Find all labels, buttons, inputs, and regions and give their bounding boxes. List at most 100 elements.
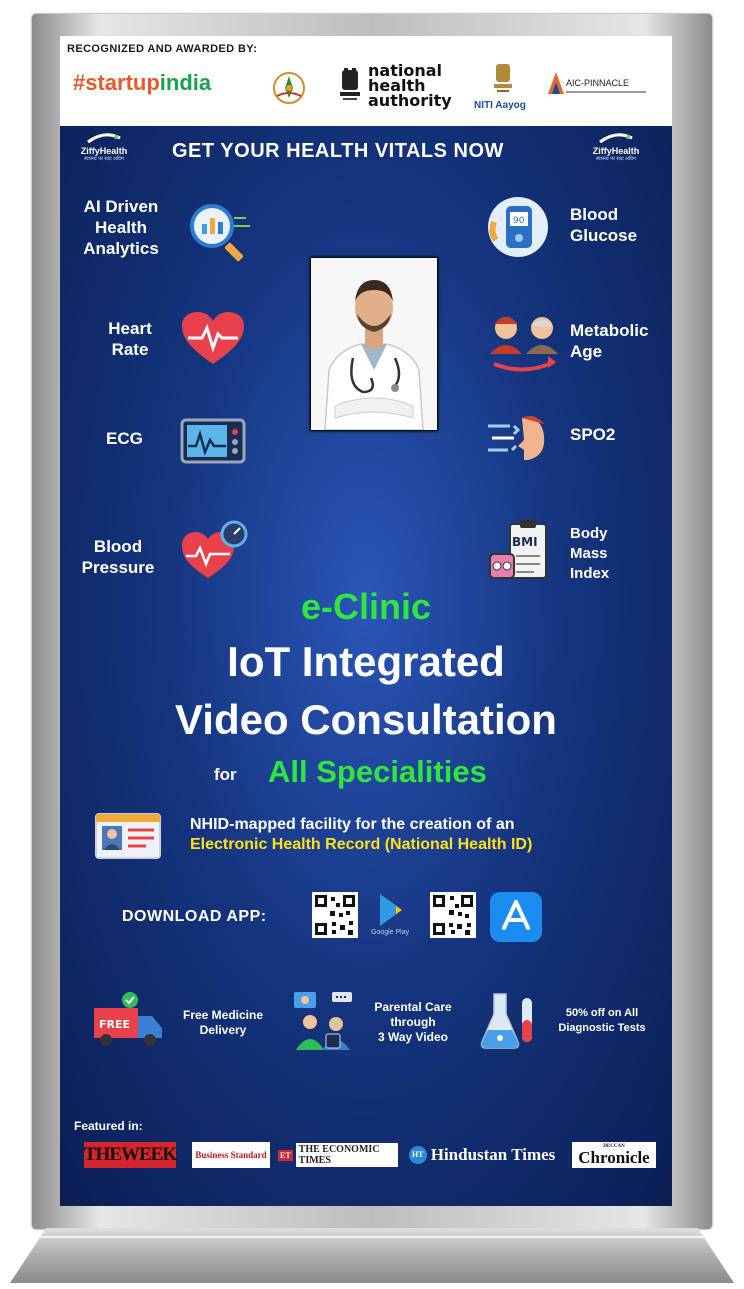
google-play-label: Google Play [371,929,410,936]
partner-strip: RECOGNIZED AND AWARDED BY: #startupindia… [60,36,672,126]
recognized-label: RECOGNIZED AND AWARDED BY: [67,43,258,55]
ecg-monitor-icon [180,418,246,464]
aic-tagline-rule [566,91,646,93]
all-specialities-title: All Specialities [268,754,487,789]
free-delivery-truck-icon: FREE [94,992,162,1046]
ziffy-swoosh-icon [599,133,633,144]
feature-ai-line3: Analytics [83,239,159,258]
video-consultation-title: Video Consultation [175,696,557,743]
hindustan-times-mark: HT [408,1146,427,1164]
ziffy-swoosh-icon [87,133,121,144]
india-text: india [159,70,212,95]
bmi-icon-label: BMI [512,535,538,549]
spo2-breathing-icon [488,416,545,460]
download-app-label: DOWNLOAD APP: [122,908,267,925]
feature-ai-analytics: AI Driven Health Analytics [76,196,166,259]
banner-panel: RECOGNIZED AND AWARDED BY: #startupindia… [60,36,672,1206]
economic-times-name: THE ECONOMIC TIMES [295,1143,398,1167]
blood-glucose-icon: 90 [488,197,548,257]
feature-bmi-line1: Body [570,525,608,542]
niti-emblem-icon [494,64,512,92]
ziffy-brand-name: ZiffyHealth [592,146,640,156]
diagnostic-lab-icon [480,993,532,1049]
niti-aayog-label: NITI Aayog [474,100,526,111]
feature-glucose-line2: Glucose [570,226,638,245]
benefit-parental-line2: through [390,1015,436,1029]
svg-text:90: 90 [513,216,525,226]
feature-metabolic-age: Metabolic Age [570,320,648,362]
ayush-emblem-icon [273,72,305,104]
benefit-diagnostic-discount: 50% off on All Diagnostic Tests [542,1006,662,1036]
headline: GET YOUR HEALTH VITALS NOW [172,140,504,162]
standee-base-highlight [40,1236,704,1238]
android-qr-code[interactable] [312,892,358,938]
nha-logo: national health authority [368,63,452,110]
publication-business-standard: Business Standard [192,1142,270,1168]
app-store-icon[interactable] [490,892,542,942]
ziffy-brand-name: ZiffyHealth [80,146,128,156]
feature-spo2-line1: SPO2 [570,425,616,444]
ios-qr-code[interactable] [430,892,476,938]
feature-blood-pressure: Blood Pressure [70,536,166,578]
metabolic-age-icon [490,317,558,372]
national-emblem-icon [340,68,360,100]
benefit-parental-line1: Parental Care [374,1000,452,1014]
nha-line3: authority [368,91,452,110]
benefit-parental-care: Parental Care through 3 Way Video [358,1000,468,1045]
feature-ai-line2: Health [95,218,147,237]
parental-care-video-icon [294,992,352,1050]
for-label: for [214,765,237,784]
benefit-free-medicine: Free Medicine Delivery [168,1008,278,1038]
ziffy-tagline: स्वास्थ्य पर सदा अग्रिम [595,156,636,162]
doctor-image [311,258,437,431]
feature-bp-line2: Pressure [81,558,155,577]
deccan-chronicle-name: Chronicle [578,1148,650,1167]
hindustan-times-name: Hindustan Times [430,1145,556,1164]
nhid-description: NHID-mapped facility for the creation of… [190,816,515,833]
publication-deccan-chronicle: DECCAN Chronicle [572,1142,656,1168]
free-badge-text: FREE [99,1018,130,1031]
aic-pinnacle-label: AIC-PINNACLE [566,78,630,88]
benefit-medicine-line1: Free Medicine [182,1008,264,1022]
blood-pressure-icon [182,520,248,578]
google-play-icon[interactable] [374,892,410,928]
feature-spo2: SPO2 [570,424,615,445]
benefit-diagnostic-line2: Diagnostic Tests [558,1022,646,1034]
feature-blood-glucose: Blood Glucose [570,204,637,246]
feature-ecg: ECG [106,428,143,449]
feature-heart-rate: Heart Rate [98,318,162,360]
health-id-card-icon [95,813,161,859]
feature-metabolic-line2: Age [570,342,603,361]
nhid-highlight: Electronic Health Record (National Healt… [190,836,533,853]
bmi-clipboard-icon: BMI [489,520,547,579]
feature-body-mass-index: Body Mass Index [570,524,609,584]
analytics-magnifier-icon [190,204,250,262]
benefit-diagnostic-line1: 50% off on All [565,1007,639,1019]
qr-code-icon [315,895,355,935]
feature-bmi-line2: Mass [570,545,608,562]
ziffyhealth-logo-right: ZiffyHealth स्वास्थ्य पर सदा अग्रिम [586,132,646,172]
ziffyhealth-logo-left: ZiffyHealth स्वास्थ्य पर सदा अग्रिम [74,132,134,172]
publication-hindustan-times: HT Hindustan Times [402,1142,562,1168]
feature-ecg-line1: ECG [106,429,143,448]
economic-times-mark: ET [278,1149,293,1161]
feature-bp-line1: Blood [93,537,143,556]
feature-glucose-line1: Blood [570,205,619,224]
doctor-photo [310,257,438,431]
startup-text: #startup [73,70,160,95]
benefit-parental-line3: 3 Way Video [377,1030,449,1044]
publication-the-week: THEWEEK [84,1142,177,1168]
feature-ai-line1: AI Driven [83,197,159,216]
feature-metabolic-line1: Metabolic [570,321,649,340]
eclinic-title: e-Clinic [300,586,432,627]
publication-economic-times: ET THE ECONOMIC TIMES [278,1142,398,1168]
heart-rate-icon [182,312,244,364]
feature-heart-line1: Heart [108,319,152,338]
aic-pinnacle-icon [548,72,564,94]
ziffy-tagline: स्वास्थ्य पर सदा अग्रिम [83,156,124,162]
featured-in-label: Featured in: [74,1119,143,1133]
startupindia-logo: #startupindia [73,70,211,96]
feature-heart-line2: Rate [111,340,149,359]
feature-bmi-line3: Index [570,565,610,582]
benefit-medicine-line2: Delivery [199,1023,247,1037]
